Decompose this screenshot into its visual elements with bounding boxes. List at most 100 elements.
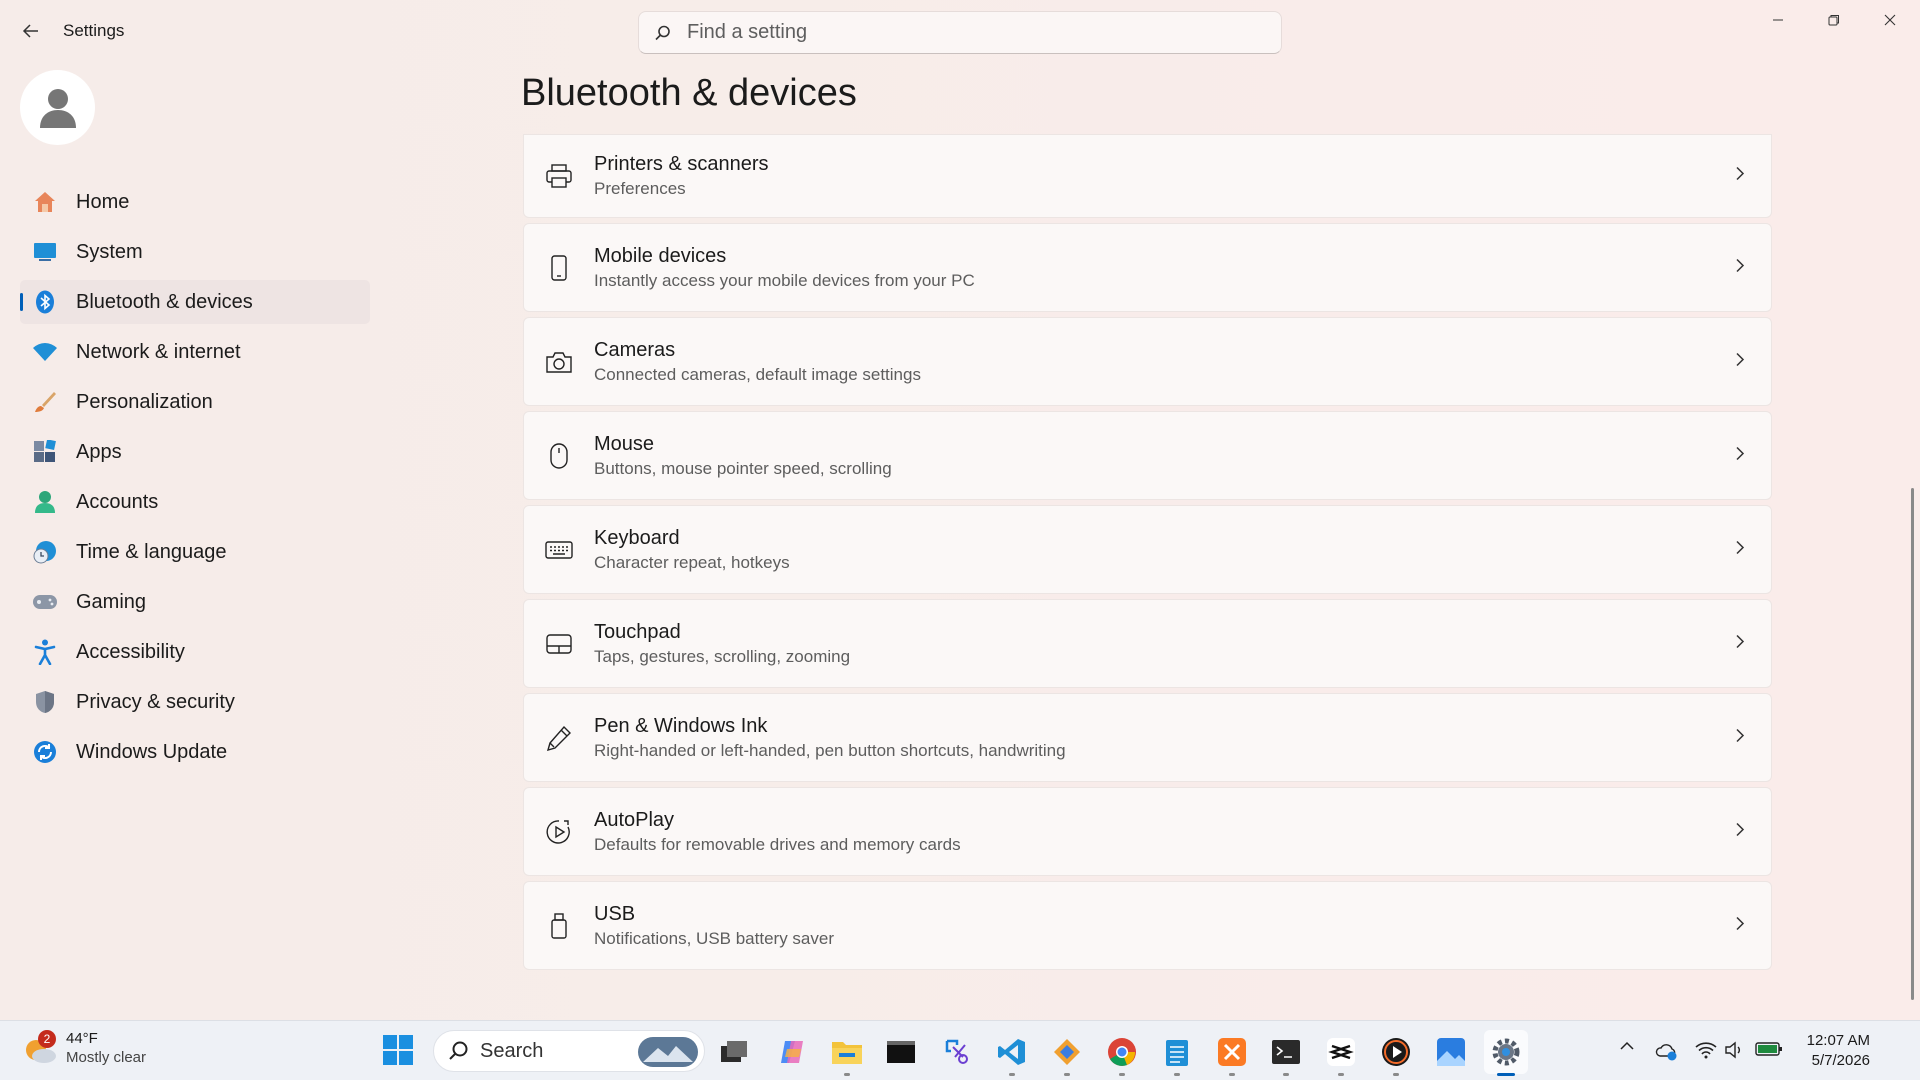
search-input[interactable] <box>687 21 1247 44</box>
windows-logo-icon <box>383 1035 413 1065</box>
settings-app-button[interactable] <box>1484 1030 1528 1076</box>
sidebar-item-bluetooth-devices[interactable]: Bluetooth & devices <box>20 280 370 324</box>
notification-badge: 2 <box>38 1030 56 1048</box>
touchpad-icon <box>524 633 594 654</box>
keyboard-icon <box>524 540 594 559</box>
git-app-button[interactable] <box>1045 1030 1089 1076</box>
taskbar-search[interactable]: Search <box>433 1030 705 1072</box>
start-button[interactable] <box>382 1034 418 1070</box>
card-title: Pen & Windows Ink <box>594 714 768 737</box>
close-icon <box>1884 14 1896 26</box>
sidebar-item-label: Accounts <box>76 490 159 513</box>
sidebar-item-label: Apps <box>76 440 122 463</box>
running-indicator <box>1338 1073 1344 1076</box>
vscode-icon <box>998 1039 1025 1065</box>
pen-icon <box>524 725 594 751</box>
back-button[interactable] <box>14 14 48 48</box>
sidebar-item-label: Accessibility <box>76 640 185 663</box>
chevron-right-icon <box>1735 445 1745 466</box>
command-prompt-button[interactable] <box>1264 1030 1308 1076</box>
card-subtitle: Buttons, mouse pointer speed, scrolling <box>594 458 892 478</box>
sidebar-item-system[interactable]: System <box>20 230 370 274</box>
battery-charging-icon <box>1755 1042 1782 1056</box>
card-title: AutoPlay <box>594 808 675 831</box>
weather-temp: 44°F <box>66 1030 98 1047</box>
media-player-button[interactable] <box>1374 1030 1418 1076</box>
chevron-right-icon <box>1735 166 1745 187</box>
chevron-right-icon <box>1735 915 1745 936</box>
vscode-button[interactable] <box>990 1030 1034 1076</box>
restore-icon <box>1828 15 1839 26</box>
close-button[interactable] <box>1862 0 1918 40</box>
card-mobile-devices[interactable]: Mobile devices Instantly access your mobi… <box>523 223 1772 312</box>
sidebar-item-label: Windows Update <box>76 740 228 763</box>
title-bar: Settings <box>0 0 1920 62</box>
wifi-status-icon <box>1695 1042 1717 1059</box>
xampp-button[interactable] <box>1210 1030 1254 1076</box>
copilot-button[interactable] <box>770 1030 814 1074</box>
sidebar-item-privacy-security[interactable]: Privacy & security <box>20 680 370 724</box>
photos-icon <box>1437 1038 1465 1066</box>
accounts-icon <box>32 489 58 515</box>
brush-icon <box>32 389 58 415</box>
accessibility-icon <box>32 639 58 665</box>
sidebar-item-accounts[interactable]: Accounts <box>20 480 370 524</box>
card-keyboard[interactable]: Keyboard Character repeat, hotkeys <box>523 505 1772 594</box>
weather-widget[interactable]: 2 44°F Mostly clear <box>22 1029 146 1067</box>
chrome-button[interactable] <box>1100 1030 1144 1076</box>
sidebar-item-windows-update[interactable]: Windows Update <box>20 730 370 774</box>
card-pen-windows-ink[interactable]: Pen & Windows Ink Right-handed or left-ha… <box>523 693 1772 782</box>
minimize-button[interactable] <box>1750 0 1806 40</box>
sidebar-item-label: Time & language <box>76 540 227 563</box>
battery-tray-icon[interactable] <box>1754 1041 1784 1057</box>
sidebar-item-apps[interactable]: Apps <box>20 430 370 474</box>
notepad-button[interactable] <box>1155 1030 1199 1076</box>
sidebar-item-label: Personalization <box>76 390 213 413</box>
card-title: Keyboard <box>594 526 680 549</box>
wifi-tray-icon[interactable] <box>1694 1041 1718 1059</box>
sidebar-item-personalization[interactable]: Personalization <box>20 380 370 424</box>
update-icon <box>32 739 58 765</box>
running-indicator <box>1497 1073 1515 1076</box>
volume-tray-icon[interactable] <box>1722 1041 1746 1059</box>
card-title: Mobile devices <box>594 244 727 267</box>
settings-search-box[interactable] <box>638 11 1282 54</box>
show-hidden-icons-button[interactable] <box>1615 1041 1639 1050</box>
onedrive-tray-button[interactable] <box>1654 1041 1680 1061</box>
minimize-icon <box>1773 19 1783 21</box>
file-explorer-button[interactable] <box>825 1030 869 1076</box>
console-icon <box>887 1041 915 1063</box>
task-view-icon <box>721 1041 747 1062</box>
chrome-icon <box>1108 1038 1136 1066</box>
settings-card-list: Printers & scanners Preferences Mobile de… <box>523 134 1772 975</box>
restore-button[interactable] <box>1806 0 1862 40</box>
card-subtitle: Connected cameras, default image setting… <box>594 364 921 384</box>
chevron-right-icon <box>1735 633 1745 654</box>
snipping-tool-button[interactable] <box>936 1030 980 1074</box>
card-autoplay[interactable]: AutoPlay Defaults for removable drives an… <box>523 787 1772 876</box>
capcut-button[interactable] <box>1319 1030 1363 1076</box>
page-title: Bluetooth & devices <box>521 72 857 114</box>
wifi-icon <box>32 339 58 365</box>
sidebar-item-accessibility[interactable]: Accessibility <box>20 630 370 674</box>
app-title: Settings <box>63 21 125 40</box>
copilot-icon <box>781 1041 803 1063</box>
vertical-scrollbar[interactable] <box>1911 488 1914 1000</box>
sidebar-item-home[interactable]: Home <box>20 180 370 224</box>
card-touchpad[interactable]: Touchpad Taps, gestures, scrolling, zoomi… <box>523 599 1772 688</box>
card-subtitle: Defaults for removable drives and memory… <box>594 834 961 854</box>
task-view-button[interactable] <box>712 1030 756 1074</box>
card-printers-scanners[interactable]: Printers & scanners Preferences <box>523 134 1772 218</box>
sidebar-item-network[interactable]: Network & internet <box>20 330 370 374</box>
clock[interactable]: 12:07 AM 5/7/2026 <box>1800 1031 1870 1071</box>
card-usb[interactable]: USB Notifications, USB battery saver <box>523 881 1772 970</box>
user-avatar[interactable] <box>20 70 95 145</box>
camera-icon <box>524 351 594 373</box>
sidebar-item-gaming[interactable]: Gaming <box>20 580 370 624</box>
terminal-app-button[interactable] <box>879 1030 923 1074</box>
photos-app-button[interactable] <box>1429 1030 1473 1074</box>
sidebar-item-time-language[interactable]: Time & language <box>20 530 370 574</box>
card-cameras[interactable]: Cameras Connected cameras, default image … <box>523 317 1772 406</box>
card-title: USB <box>594 902 636 925</box>
card-mouse[interactable]: Mouse Buttons, mouse pointer speed, scrol… <box>523 411 1772 500</box>
